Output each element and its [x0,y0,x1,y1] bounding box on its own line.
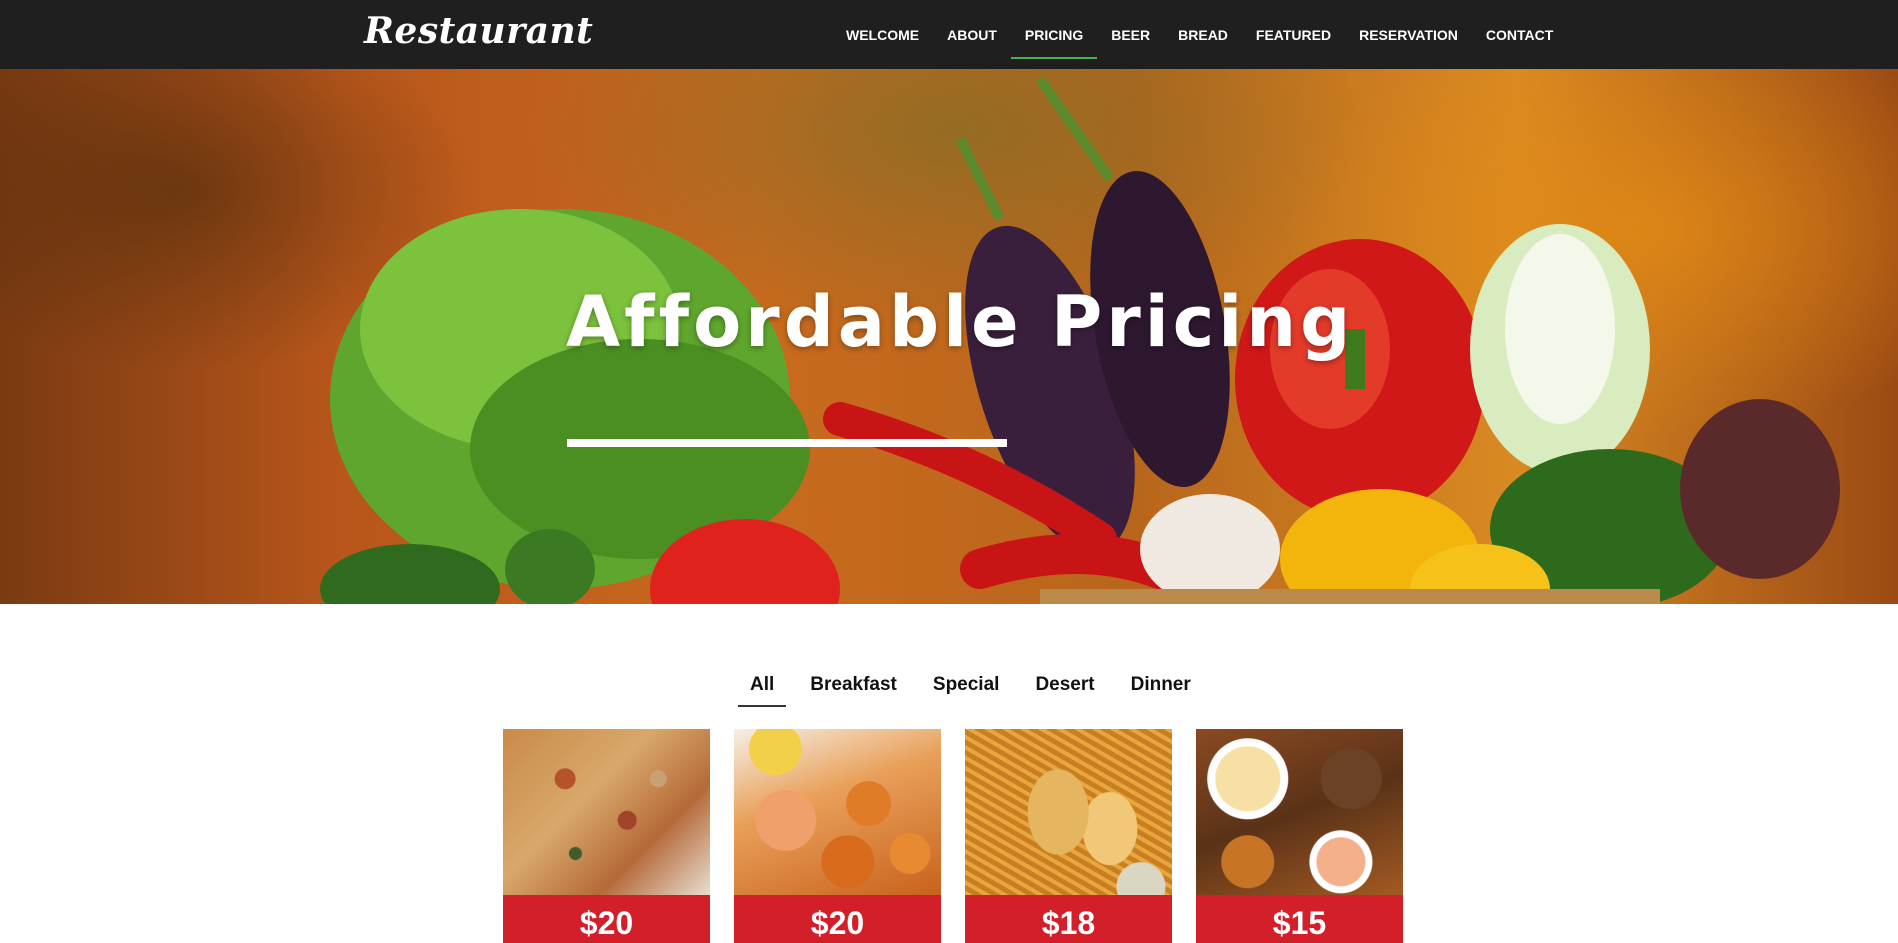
hero-title: Affordable Pricing [566,281,1355,363]
filter-tab-dinner[interactable]: Dinner [1113,666,1209,704]
nav-item-pricing[interactable]: PRICING [1010,0,1098,69]
nav-item-welcome[interactable]: WELCOME [832,0,933,69]
hero-title-underline [567,439,1007,447]
price-tag: $18 [965,895,1172,943]
nav-item-featured[interactable]: FEATURED [1242,0,1345,69]
menu-card[interactable]: $20 [734,729,941,943]
nav-item-about[interactable]: ABOUT [933,0,1011,69]
price-tag: $15 [1196,895,1403,943]
menu-card[interactable]: $15 [1196,729,1403,943]
filter-tab-desert[interactable]: Desert [1017,666,1112,704]
price-tag: $20 [503,895,710,943]
brand-logo[interactable]: Restaurant [364,10,593,52]
hero-banner: Affordable Pricing [0,69,1898,604]
nav-item-beer[interactable]: BEER [1097,0,1164,69]
wings-platter-image [1196,729,1403,895]
nav-item-reservation[interactable]: RESERVATION [1345,0,1472,69]
nav-item-bread[interactable]: BREAD [1164,0,1242,69]
menu-grid: $20 $20 $18 $15 [503,729,1403,943]
fried-shrimp-image [734,729,941,895]
filter-tab-all[interactable]: All [732,666,792,707]
pizza-image [503,729,710,895]
menu-card[interactable]: $18 [965,729,1172,943]
menu-filter-tabs: All Breakfast Special Desert Dinner [732,666,1209,707]
navbar: Restaurant WELCOME ABOUT PRICING BEER BR… [0,0,1898,69]
price-tag: $20 [734,895,941,943]
nav-item-contact[interactable]: CONTACT [1472,0,1567,69]
filter-tab-breakfast[interactable]: Breakfast [792,666,915,704]
menu-card[interactable]: $20 [503,729,710,943]
fish-and-chips-image [965,729,1172,895]
main-nav: WELCOME ABOUT PRICING BEER BREAD FEATURE… [832,0,1567,69]
filter-tab-special[interactable]: Special [915,666,1018,704]
